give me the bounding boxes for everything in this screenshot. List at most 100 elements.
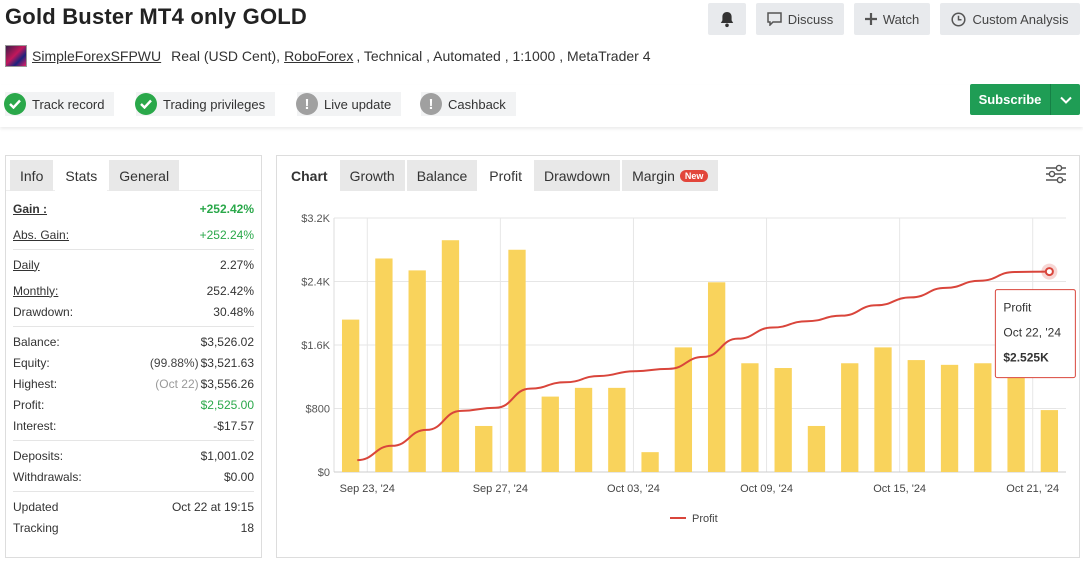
x-tick-label: Oct 09, '24 [740, 483, 793, 495]
badge-label: Live update [324, 96, 392, 112]
stat-balance: Balance: $3,526.02 [13, 331, 254, 352]
stat-label: Drawdown: [13, 304, 74, 319]
exclamation-icon: ! [296, 93, 318, 115]
badge-live-update[interactable]: ! Live update [296, 92, 402, 116]
stat-label[interactable]: Daily [13, 258, 40, 272]
chevron-down-icon[interactable] [1050, 84, 1080, 115]
legend-label: Profit [692, 513, 718, 525]
chart-bar [1040, 410, 1059, 472]
exclamation-icon: ! [420, 93, 442, 115]
tab-chart: Chart [281, 160, 338, 191]
chart-bar [441, 240, 460, 472]
stat-note: (99.88%) [149, 355, 199, 370]
y-tick-label: $3.2K [301, 213, 330, 225]
stat-deposits: Deposits: $1,001.02 [13, 445, 254, 466]
chart-bar [541, 396, 559, 472]
stat-gain: Gain : +252.42% [13, 198, 254, 219]
watch-button[interactable]: Watch [854, 3, 930, 35]
chart-bar [375, 258, 393, 472]
stat-profit: Profit: $2,525.00 [13, 394, 254, 415]
subscribe-button[interactable]: Subscribe [970, 84, 1080, 115]
subscribe-label: Subscribe [978, 92, 1042, 107]
badge-track-record[interactable]: Track record [4, 92, 115, 116]
tab-general[interactable]: General [109, 160, 180, 191]
chart-bar [741, 363, 759, 472]
discuss-label: Discuss [787, 11, 834, 27]
stat-label: Balance: [13, 334, 60, 349]
badge-label: Track record [32, 96, 105, 112]
check-icon [135, 93, 157, 115]
tab-margin[interactable]: Margin New [622, 160, 719, 191]
chart-bar [574, 387, 593, 472]
discuss-button[interactable]: Discuss [756, 3, 844, 35]
user-link[interactable]: SimpleForexSFPWU [32, 48, 161, 64]
stat-value: $0.00 [223, 469, 254, 484]
stat-tracking: Tracking 18 [13, 517, 254, 538]
tooltip-value: $2.525K [1003, 351, 1049, 365]
tooltip-date: Oct 22, '24 [1003, 326, 1061, 340]
sliders-icon[interactable] [1045, 164, 1067, 184]
stat-interest: Interest: -$17.57 [13, 415, 254, 436]
stat-value: 30.48% [213, 304, 254, 319]
stat-value: -$17.57 [213, 418, 254, 433]
bell-icon [720, 11, 734, 27]
chart-bar [1007, 368, 1025, 472]
custom-analysis-button[interactable]: Custom Analysis [940, 3, 1080, 35]
profit-chart[interactable]: $3.2K $2.4K $1.6K $800 $0 Sep 23, '24 Sep 27, … [277, 194, 1081, 559]
page-title: Gold Buster MT4 only GOLD [5, 4, 308, 29]
broker-link[interactable]: RoboForex [284, 48, 353, 64]
chart-bar [774, 368, 792, 472]
stat-label[interactable]: Gain : [13, 202, 47, 216]
stat-value: $2,525.00 [200, 397, 254, 412]
stat-label[interactable]: Monthly: [13, 284, 58, 298]
new-badge: New [679, 169, 709, 182]
chart-bar [707, 282, 726, 472]
stat-value: 252.42% [206, 283, 254, 298]
tab-info[interactable]: Info [10, 160, 54, 191]
chart-bar [841, 363, 859, 472]
stat-value: 2.27% [219, 257, 254, 272]
chart-tabs: Chart Growth Balance Profit Drawdown Mar… [281, 160, 720, 191]
tab-growth[interactable]: Growth [339, 160, 405, 191]
watch-label: Watch [882, 11, 920, 27]
chart-panel: Chart Growth Balance Profit Drawdown Mar… [276, 155, 1080, 558]
custom-analysis-label: Custom Analysis [972, 11, 1069, 27]
tab-profit[interactable]: Profit [479, 160, 532, 191]
stat-label: Interest: [13, 418, 57, 433]
tooltip-title: Profit [1003, 301, 1032, 315]
stat-value: 18 [240, 520, 254, 535]
tab-drawdown[interactable]: Drawdown [533, 160, 621, 191]
chart-bar [907, 360, 925, 472]
chart-bar [608, 387, 626, 472]
stat-label: Deposits: [13, 448, 64, 463]
tab-balance[interactable]: Balance [406, 160, 478, 191]
stat-value: +252.24% [199, 227, 254, 242]
y-tick-label: $0 [318, 467, 330, 479]
stat-label: Withdrawals: [13, 469, 82, 484]
chart-bar [974, 363, 992, 472]
stat-value: $3,556.26 [200, 376, 254, 391]
badge-cashback[interactable]: ! Cashback [420, 92, 516, 116]
badge-bar: Track record Trading privileges ! Live u… [0, 85, 1083, 127]
clock-icon [951, 11, 967, 27]
avatar[interactable] [5, 45, 27, 67]
x-tick-label: Sep 23, '24 [340, 483, 395, 495]
stat-label: Highest: [13, 376, 58, 391]
system-subtitle: SimpleForexSFPWU Real (USD Cent), RoboFo… [5, 45, 651, 67]
stat-label: Tracking [13, 520, 59, 535]
x-tick-label: Oct 15, '24 [873, 483, 926, 495]
tab-stats[interactable]: Stats [55, 160, 108, 191]
system-details: , Technical , Automated , 1:1000 , MetaT… [356, 48, 651, 64]
y-tick-label: $2.4K [301, 277, 330, 289]
stat-label[interactable]: Abs. Gain: [13, 228, 69, 242]
chart-bar [674, 347, 693, 472]
chart-bar [508, 249, 526, 472]
account-type: Real (USD Cent), [171, 48, 281, 64]
badge-label: Cashback [448, 96, 506, 112]
chart-bar [475, 425, 493, 472]
chart-tooltip: Profit Oct 22, '24 $2.525K [994, 289, 1076, 379]
badge-trading-privileges[interactable]: Trading privileges [135, 92, 276, 116]
x-tick-label: Oct 03, '24 [607, 483, 660, 495]
chart-bar [940, 364, 959, 472]
alerts-button[interactable] [708, 3, 746, 35]
